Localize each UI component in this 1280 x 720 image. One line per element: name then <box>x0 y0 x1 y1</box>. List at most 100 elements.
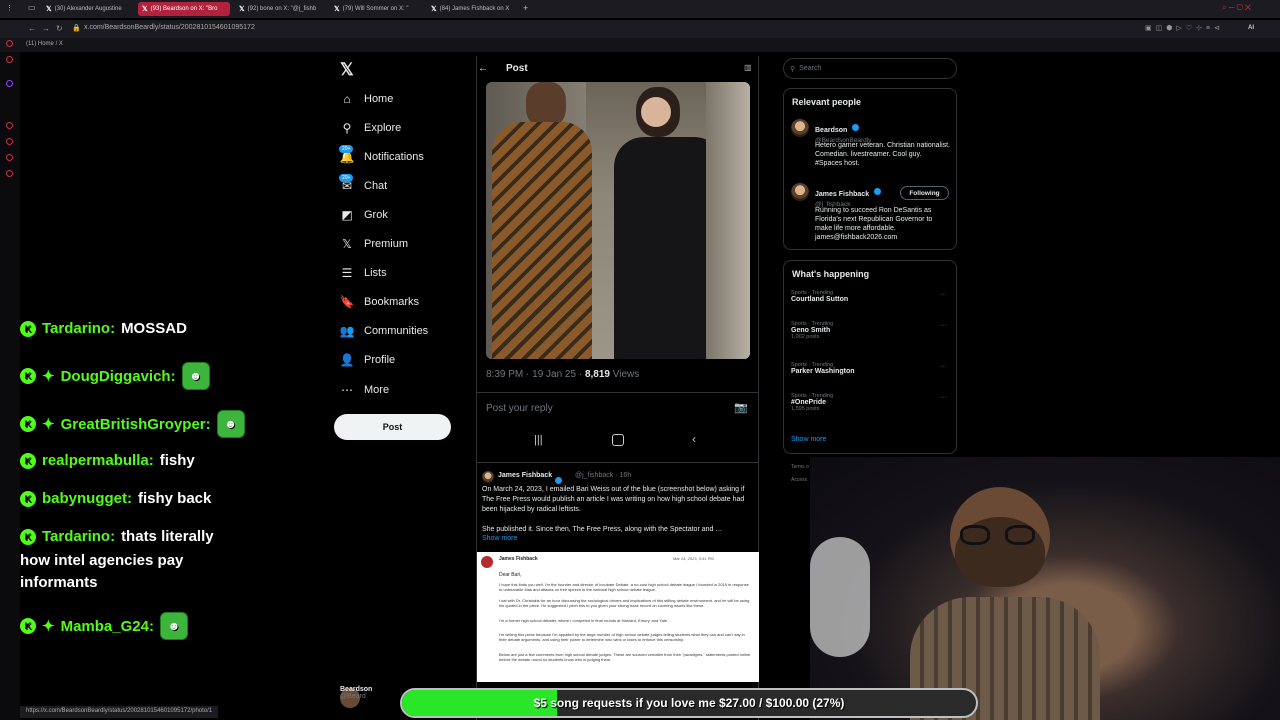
tab-beardson[interactable]: 𝕏 (93) Beardson on X: "Bro <box>138 2 230 16</box>
chat-username: Mamba_G24: <box>60 617 154 635</box>
rail-icon[interactable] <box>6 56 13 63</box>
bookmark-icon: 🔖 <box>339 295 355 309</box>
trend-name: Courtland Sutton <box>791 296 849 303</box>
back-icon[interactable]: ← <box>28 24 36 33</box>
trend-count: 1,595 posts <box>791 406 820 412</box>
rail-icon[interactable] <box>6 170 13 177</box>
reply-author-handle[interactable]: @j_fishback · 16h <box>575 472 631 479</box>
more-options-icon[interactable]: ··· <box>940 394 947 401</box>
kick-badge-icon: K <box>20 618 36 634</box>
more-options-icon[interactable]: ··· <box>940 322 947 329</box>
reply-text: On March 24, 2023, I emailed Bari Weiss … <box>482 486 745 513</box>
person-name: James Fishback <box>815 191 870 198</box>
tab-bone[interactable]: 𝕏 (92) bone on X: "@j_fishb <box>235 2 327 16</box>
sidebar-toggle-icon[interactable]: ▭ <box>28 3 36 12</box>
donation-goal-text: $5 song requests if you love me $27.00 /… <box>533 696 845 710</box>
reply-author-name[interactable]: James Fishback <box>498 472 552 479</box>
x-logo-icon[interactable]: 𝕏 <box>340 60 354 80</box>
email-screenshot[interactable]: James Fishback Mar 24, 2023, 3:41 PM Dea… <box>477 552 759 682</box>
tab-will-sommer[interactable]: 𝕏 (79) Will Sommer on X: " <box>330 2 422 16</box>
trend-item[interactable]: Sports · Trending Courtland Sutton <box>791 290 848 303</box>
notification-badge: 20+ <box>339 145 354 153</box>
sub-toolbar <box>0 38 1280 52</box>
camera-icon[interactable]: 📷 <box>734 401 748 414</box>
search-icon: ⚲ <box>790 65 796 73</box>
nav-item-grok[interactable]: ◩ Grok <box>340 205 388 225</box>
sub-toolbar-title[interactable]: (11) Home / X <box>26 41 63 47</box>
footer-access[interactable]: Access <box>791 477 807 483</box>
kick-badge-icon: K <box>20 368 36 384</box>
nav-item-label: Explore <box>364 122 402 134</box>
rail-icon[interactable] <box>6 40 13 47</box>
twitch-icon[interactable] <box>6 80 13 87</box>
post-button[interactable]: Post <box>334 414 451 440</box>
avatar[interactable] <box>791 119 809 137</box>
avatar[interactable] <box>482 471 494 483</box>
rail-icon[interactable] <box>6 122 13 129</box>
lock-icon: 🔒 <box>72 25 81 32</box>
rail-icon[interactable] <box>6 138 13 145</box>
email-sender: James Fishback <box>499 556 538 562</box>
nav-item-label: Profile <box>364 354 396 366</box>
rail-icon[interactable] <box>6 154 13 161</box>
reader-icon[interactable]: ▥ <box>744 63 752 72</box>
search-input[interactable]: ⚲ Search <box>783 58 957 79</box>
nav-item-premium[interactable]: 𝕏 Premium <box>340 234 408 254</box>
url-text[interactable]: x.com/BeardsonBeardly/status/20028101546… <box>84 24 255 31</box>
footer-terms[interactable]: Terms o <box>791 464 809 470</box>
nav-item-label: Lists <box>364 267 387 279</box>
nav-item-bookmarks[interactable]: 🔖 Bookmarks <box>339 292 420 312</box>
chat-username: realpermabulla: <box>42 452 154 469</box>
email-para-3: I'm a former high school debater, where … <box>499 618 669 623</box>
nav-item-explore[interactable]: ⚲ Explore <box>340 118 402 138</box>
kick-badge-icon: K <box>20 320 36 337</box>
emote-icon: ☻ <box>216 410 245 438</box>
people-icon: 👥 <box>339 324 355 338</box>
trend-item[interactable]: Sports · Trending #OnePride 1,595 posts <box>791 393 833 412</box>
avatar[interactable] <box>791 183 809 201</box>
person-icon: 👤 <box>339 353 355 367</box>
nav-item-profile[interactable]: 👤 Profile <box>339 350 396 370</box>
nav-item-more[interactable]: ⋯ More <box>340 380 389 400</box>
nav-item-label: Home <box>364 93 394 105</box>
post-header-title: Post <box>506 63 528 74</box>
person-james-fishback[interactable]: James Fishback @j_fishback <box>815 183 881 208</box>
nav-item-lists[interactable]: ☰ Lists <box>340 263 387 283</box>
more-options-icon[interactable]: ··· <box>940 363 947 370</box>
ai-icon[interactable]: AI <box>1248 25 1254 31</box>
trend-item[interactable]: Sports · Trending Geno Smith 1,002 posts <box>791 321 833 340</box>
verified-badge-icon <box>851 124 859 132</box>
notification-badge: 20+ <box>339 174 354 182</box>
tab-james-fishback[interactable]: 𝕏 (84) James Fishback on X <box>427 2 519 16</box>
email-greeting: Dear Bari, <box>499 572 522 578</box>
show-more-trends-link[interactable]: Show more <box>791 436 826 443</box>
new-tab-icon[interactable]: + <box>523 3 528 13</box>
grok-icon: ◩ <box>341 208 353 222</box>
chat-message: K Tardarino: thats literally <box>20 528 214 545</box>
nav-item-communities[interactable]: 👥 Communities <box>339 321 429 341</box>
back-arrow-icon[interactable]: ← <box>478 63 488 74</box>
reload-icon[interactable]: ↻ <box>56 24 63 33</box>
tab-alexander[interactable]: 𝕏 (30) Alexander Augustine <box>42 2 132 16</box>
nav-item-home[interactable]: ⌂ Home <box>340 89 393 109</box>
account-switcher[interactable]: Beardson @Beard <box>340 686 372 700</box>
kick-badge-icon: K <box>20 452 36 469</box>
forward-icon[interactable]: → <box>42 24 50 33</box>
window-controls-icon[interactable]: ⌕ ─ ▢ ✕ <box>1222 3 1251 13</box>
reply-input[interactable]: Post your reply <box>486 403 553 414</box>
post-photo[interactable] <box>486 82 750 359</box>
chat-username: babynugget: <box>42 490 132 507</box>
chat-message: Kbabynugget: fishy back <box>20 490 211 507</box>
extensions-icon[interactable]: ▣◫⬢▷♡⊹≡⊲ <box>1145 24 1224 32</box>
emote-icon: ☻ <box>181 362 210 390</box>
email-avatar <box>481 556 493 568</box>
more-options-icon[interactable]: ··· <box>940 291 947 298</box>
show-more-link[interactable]: Show more <box>482 535 517 542</box>
email-para-2: I sat with Dr. Christakis for an hour di… <box>499 598 750 608</box>
post-time[interactable]: 8:39 PM · 19 Jan 25 · <box>486 369 585 380</box>
trend-count: 1,002 posts <box>791 334 820 340</box>
menu-icon[interactable]: ⋮ <box>6 4 13 12</box>
reply-text-2: She published it. Since then, The Free P… <box>482 526 723 533</box>
following-button[interactable]: Following <box>900 186 949 200</box>
trend-item[interactable]: Sports · Trending Parker Washington <box>791 362 855 375</box>
